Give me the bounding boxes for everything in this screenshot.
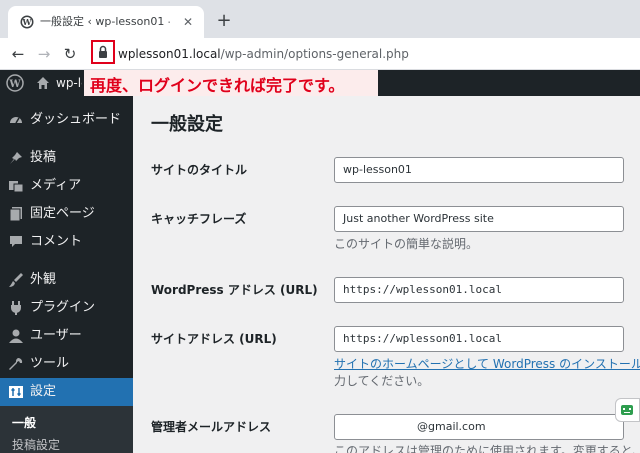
wp-address-value: https://wplesson01.local [343, 283, 502, 296]
sidebar-item-plugins[interactable]: プラグイン [0, 294, 133, 322]
lock-icon [99, 45, 107, 58]
home-icon[interactable] [36, 76, 50, 90]
wp-address-label: WordPress アドレス (URL) [151, 283, 318, 297]
site-address-help-link[interactable]: サイトのホームページとして WordPress のインストールディ [334, 356, 640, 372]
sidebar-item-comments[interactable]: コメント [0, 228, 133, 256]
sidebar-item-label: ユーザー [30, 328, 82, 343]
svg-text:W: W [8, 79, 21, 90]
browser-tab-bar: W 一般設定 ‹ wp-lesson01 — Word ✕ + [0, 0, 640, 38]
sidebar-item-label: 設定 [30, 384, 57, 399]
url-path: /wp-admin/options-general.php [220, 47, 409, 61]
settings-submenu: 一般 投稿設定 [0, 406, 133, 453]
sidebar-item-label: プラグイン [30, 300, 96, 315]
tagline-description: このサイトの簡単な説明。 [334, 237, 479, 251]
sidebar-item-label: コメント [30, 234, 83, 249]
browser-toolbar: ← → ↻ wplesson01.local/wp-admin/options-… [0, 38, 640, 70]
tagline-label: キャッチフレーズ [151, 212, 247, 226]
sidebar-item-label: ダッシュボード [30, 112, 122, 127]
settings-icon [9, 386, 23, 398]
admin-email-value: @gmail.com [417, 420, 486, 433]
admin-bar-site-name[interactable]: wp-le [56, 76, 82, 90]
sidebar-item-media[interactable]: メディア [0, 172, 133, 200]
admin-email-description: このアドレスは管理のために使用されます。変更すると、 [334, 444, 640, 453]
admin-email-label: 管理者メールアドレス [151, 420, 272, 434]
tagline-input[interactable]: Just another WordPress site [334, 206, 624, 232]
site-title-value: wp-lesson01 [343, 163, 412, 176]
admin-email-input[interactable]: @gmail.com [334, 414, 624, 440]
tab-close-icon[interactable]: ✕ [180, 14, 196, 30]
user-icon [9, 329, 23, 343]
robot-face-icon [621, 405, 633, 415]
wp-address-input[interactable]: https://wplesson01.local [334, 277, 624, 303]
helper-badge[interactable] [615, 398, 640, 422]
reload-icon[interactable]: ↻ [60, 44, 80, 64]
site-title-label: サイトのタイトル [151, 163, 248, 177]
browser-tab[interactable]: W 一般設定 ‹ wp-lesson01 — Word ✕ [8, 6, 204, 38]
new-tab-button[interactable]: + [214, 12, 234, 32]
wordpress-favicon-icon: W [20, 15, 34, 29]
sidebar-item-label: ツール [30, 356, 70, 371]
sidebar-item-dashboard[interactable]: ダッシュボード [0, 106, 133, 134]
tagline-value: Just another WordPress site [343, 212, 494, 225]
main-content: 一般設定 サイトのタイトル wp-lesson01 キャッチフレーズ Just … [133, 96, 640, 453]
sidebar-item-settings[interactable]: 設定 [0, 378, 133, 406]
back-arrow-icon[interactable]: ← [8, 44, 28, 64]
sidebar-item-users[interactable]: ユーザー [0, 322, 133, 350]
lock-highlight-box[interactable] [91, 40, 115, 64]
page-title: 一般設定 [151, 114, 223, 135]
sidebar-item-label: 投稿 [30, 150, 57, 165]
submenu-item-writing[interactable]: 投稿設定 [12, 438, 60, 452]
admin-sidebar: ダッシュボード 投稿 メディア 固定ページ コメント 外観 プラグイン ユーザー… [0, 96, 133, 453]
url-host: wplesson01.local [118, 47, 221, 61]
site-title-input[interactable]: wp-lesson01 [334, 157, 624, 183]
address-bar[interactable]: wplesson01.local/wp-admin/options-genera… [118, 46, 409, 62]
site-address-input[interactable]: https://wplesson01.local [334, 326, 624, 352]
plugin-icon [11, 301, 21, 315]
svg-text:W: W [22, 17, 33, 27]
sidebar-item-pages[interactable]: 固定ページ [0, 200, 133, 228]
forward-arrow-icon[interactable]: → [34, 44, 54, 64]
submenu-item-general[interactable]: 一般 [12, 416, 36, 430]
brush-icon [9, 273, 23, 287]
wrench-icon [9, 357, 23, 370]
page-icon [9, 207, 22, 222]
sidebar-item-posts[interactable]: 投稿 [0, 144, 133, 172]
dashboard-icon [10, 117, 22, 124]
site-address-description: 力してください。 [334, 374, 430, 388]
pin-icon [10, 152, 22, 164]
tab-title: 一般設定 ‹ wp-lesson01 — Word [40, 15, 170, 28]
sidebar-item-label: 固定ページ [30, 206, 95, 221]
sidebar-item-tools[interactable]: ツール [0, 350, 133, 378]
sidebar-item-appearance[interactable]: 外観 [0, 266, 133, 294]
media-icon [9, 181, 24, 193]
comment-icon [10, 236, 22, 247]
sidebar-item-label: メディア [30, 178, 82, 193]
sidebar-item-label: 外観 [30, 272, 57, 287]
site-address-value: https://wplesson01.local [343, 332, 502, 345]
wordpress-logo-icon[interactable]: W [6, 74, 24, 92]
site-address-label: サイトアドレス (URL) [151, 332, 277, 346]
